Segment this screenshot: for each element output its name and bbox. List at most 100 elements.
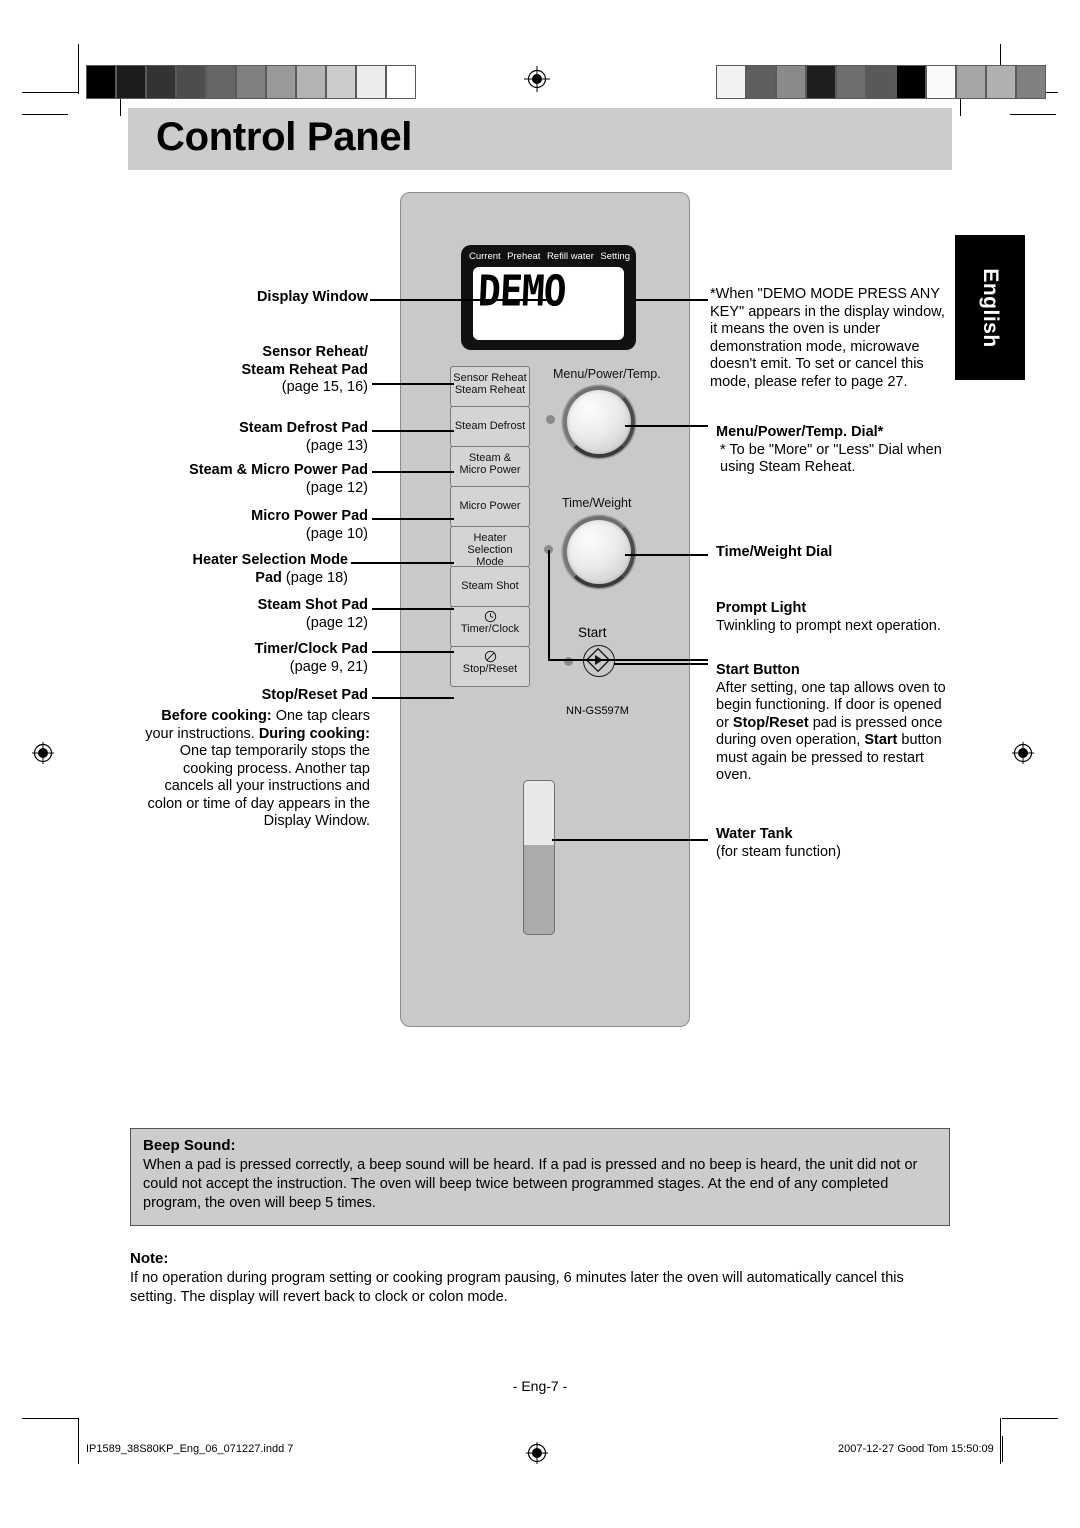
callout-sensor-steam-reheat-line1: Sensor Reheat/	[262, 344, 368, 360]
pad-sensor-steam-reheat[interactable]: Sensor Reheat Steam Reheat	[450, 366, 530, 407]
registration-mark-bottom-center	[524, 1440, 550, 1466]
beep-sound-box: Beep Sound: When a pad is pressed correc…	[130, 1128, 950, 1226]
wedge-left-step-2	[146, 65, 176, 99]
wedge-right-step-7	[926, 65, 956, 99]
pad-sensor-steam-reheat-line2: Steam Reheat	[454, 384, 526, 396]
callout-heater-selection-mode-page: (page 18)	[285, 569, 348, 586]
language-tab-english: English	[955, 235, 1025, 380]
start-button[interactable]	[583, 645, 615, 677]
crop-mark-top-left-vertical	[78, 44, 80, 94]
note-box: Note: If no operation during program set…	[130, 1250, 950, 1307]
leader-line-menu-dial	[625, 425, 708, 427]
wedge-right-step-10	[1016, 65, 1046, 99]
wedge-right-step-0	[716, 65, 746, 99]
callout-steam-micro-power-title: Steam & Micro Power Pad	[189, 462, 368, 478]
callout-steam-shot: Steam Shot Pad (page 12)	[118, 597, 368, 632]
pad-sensor-steam-reheat-line1: Sensor Reheat	[453, 372, 527, 384]
time-weight-dial[interactable]	[563, 516, 635, 588]
menu-power-temp-dial[interactable]	[563, 386, 635, 458]
pad-button-column: Sensor Reheat Steam Reheat Steam Defrost…	[450, 366, 530, 687]
leader-line-start-button	[614, 663, 708, 665]
pad-steam-shot[interactable]: Steam Shot	[450, 566, 530, 607]
pad-timer-clock-label: Timer/Clock	[460, 623, 520, 635]
callout-sensor-steam-reheat: Sensor Reheat/ Steam Reheat Pad (page 15…	[118, 344, 368, 397]
pad-steam-and-micro-power[interactable]: Steam & Micro Power	[450, 446, 530, 487]
callout-sensor-steam-reheat-page: (page 15, 16)	[281, 379, 368, 395]
pad-steam-shot-label: Steam Shot	[461, 580, 519, 592]
wedge-left-step-3	[176, 65, 206, 99]
callout-steam-shot-page: (page 12)	[305, 614, 368, 631]
leader-line-stop-reset	[372, 697, 454, 699]
callout-steam-defrost-title: Steam Defrost Pad	[239, 420, 368, 436]
water-tank-upper-section	[524, 781, 554, 846]
callout-heater-selection-mode: Heater Selection Mode Pad (page 18)	[100, 552, 348, 587]
callout-steam-defrost-page: (page 13)	[305, 437, 368, 454]
wedge-right-step-2	[776, 65, 806, 99]
display-indicator-row: Current Preheat Refill water Setting	[469, 251, 630, 262]
pad-timer-clock[interactable]: Timer/Clock	[450, 606, 530, 647]
pad-heater-selection-mode-line1: Heater	[473, 532, 507, 544]
callout-start-button-title: Start Button	[716, 662, 800, 678]
leader-line-demo-note	[636, 299, 708, 301]
start-button-label: Start	[578, 625, 607, 640]
leader-line-micro-power	[372, 518, 454, 520]
leader-line-heater-selection-mode	[351, 562, 454, 564]
beep-sound-body: When a pad is pressed correctly, a beep …	[143, 1157, 918, 1211]
note-heading: Note:	[130, 1250, 169, 1267]
pad-steam-defrost[interactable]: Steam Defrost	[450, 406, 530, 447]
callout-timer-clock-page: (page 9, 21)	[289, 658, 368, 675]
model-number: NN-GS597M	[566, 705, 629, 717]
leader-line-prompt-light-vertical	[548, 550, 550, 660]
footer-right-rule	[1002, 1436, 1004, 1462]
wedge-right-step-6	[896, 65, 926, 99]
leader-line-steam-micro-power	[372, 471, 454, 473]
wedge-left-step-0	[86, 65, 116, 99]
callout-prompt-light: Prompt Light Twinkling to prompt next op…	[716, 600, 952, 635]
wedge-right-step-9	[986, 65, 1016, 99]
callout-water-tank: Water Tank (for steam function)	[716, 826, 952, 861]
callout-micro-power-title: Micro Power Pad	[251, 508, 368, 524]
callout-display-window-title: Display Window	[256, 289, 368, 305]
callout-steam-micro-power: Steam & Micro Power Pad (page 12)	[100, 462, 368, 497]
callout-stop-reset-title: Stop/Reset Pad	[261, 687, 368, 703]
leader-line-water-tank	[552, 839, 708, 841]
callout-time-weight-dial-title: Time/Weight Dial	[716, 544, 833, 560]
callout-start-button-note: After setting, one tap allows oven to be…	[716, 680, 954, 785]
crop-mark-bottom-left-horizontal	[22, 1418, 78, 1420]
during-cooking-label: During cooking:	[258, 725, 370, 742]
demo-mode-note-text: *When "DEMO MODE PRESS ANY KEY" appears …	[710, 286, 945, 390]
pad-steam-and-micro-power-line2: Micro Power	[459, 464, 521, 476]
callout-stop-reset-body: Before cooking: One tap clears your inst…	[138, 708, 370, 831]
page-title-bar: Control Panel	[128, 108, 952, 170]
pad-micro-power[interactable]: Micro Power	[450, 486, 530, 527]
grayscale-step-wedge-left	[86, 65, 416, 99]
footer-timestamp: 2007-12-27 Good Tom 15:50:09	[838, 1443, 994, 1455]
footer-filename: IP1589_38S80KP_Eng_06_071227.indd 7	[86, 1443, 294, 1455]
callout-heater-selection-mode-line1: Heater Selection Mode	[192, 552, 348, 568]
callout-heater-selection-mode-pad: Pad	[255, 569, 282, 586]
callout-menu-dial-title: Menu/Power/Temp. Dial*	[716, 424, 884, 440]
language-tab-label: English	[979, 267, 1002, 348]
pad-stop-reset[interactable]: Stop/Reset	[450, 646, 530, 687]
callout-prompt-light-title: Prompt Light	[716, 600, 807, 616]
grayscale-step-wedge-right	[716, 65, 1046, 99]
pad-heater-selection-mode[interactable]: Heater Selection Mode	[450, 526, 530, 568]
callout-stop-reset: Stop/Reset Pad	[118, 687, 368, 705]
callout-prompt-light-note: Twinkling to prompt next operation.	[716, 617, 941, 634]
wedge-right-step-3	[806, 65, 836, 99]
note-body: If no operation during program setting o…	[130, 1270, 904, 1305]
wedge-left-step-10	[386, 65, 416, 99]
display-window: Current Preheat Refill water Setting DEM…	[461, 245, 636, 350]
display-indicator-setting: Setting	[600, 251, 630, 262]
display-indicator-current: Current	[469, 251, 501, 262]
leader-line-steam-defrost	[372, 430, 454, 432]
wedge-right-step-4	[836, 65, 866, 99]
pad-steam-and-micro-power-line1: Steam &	[468, 452, 512, 464]
pad-micro-power-label: Micro Power	[459, 500, 521, 512]
wedge-right-step-8	[956, 65, 986, 99]
crop-mark-bottom-left-vertical	[78, 1418, 80, 1464]
wedge-left-step-1	[116, 65, 146, 99]
callout-steam-shot-title: Steam Shot Pad	[257, 597, 368, 613]
display-indicator-preheat: Preheat	[507, 251, 541, 262]
crop-mark-bottom-right-horizontal	[1002, 1418, 1058, 1420]
